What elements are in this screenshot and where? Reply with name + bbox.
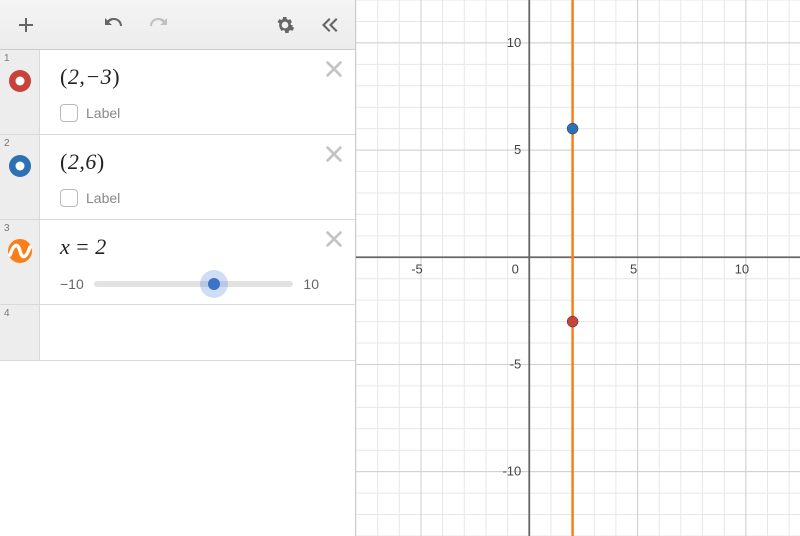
label-checkbox[interactable] xyxy=(60,189,78,207)
undo-button[interactable] xyxy=(94,5,134,45)
expression-index: 4 xyxy=(4,308,10,319)
svg-text:10: 10 xyxy=(735,261,749,276)
delete-expression-button[interactable] xyxy=(323,58,345,85)
graph-canvas[interactable]: -5 0 5 10 -10 -5 5 10 xyxy=(356,0,800,536)
sidebar: 1 (2,−3) Label xyxy=(0,0,356,536)
slider-track[interactable] xyxy=(94,281,294,287)
svg-text:-5: -5 xyxy=(411,261,423,276)
point-icon[interactable] xyxy=(7,68,33,99)
collapse-sidebar-button[interactable] xyxy=(309,5,349,45)
svg-text:-5: -5 xyxy=(510,356,522,371)
expression-index: 1 xyxy=(4,53,10,64)
expression-row[interactable]: 2 (2,6) Label xyxy=(0,135,355,220)
expression-row[interactable]: 1 (2,−3) Label xyxy=(0,50,355,135)
toolbar xyxy=(0,0,355,50)
svg-text:10: 10 xyxy=(507,35,521,50)
label-text: Label xyxy=(86,190,120,206)
svg-text:5: 5 xyxy=(514,142,521,157)
svg-text:0: 0 xyxy=(512,261,519,276)
expression-formula[interactable]: (2,6) xyxy=(60,149,319,175)
svg-text:5: 5 xyxy=(630,261,637,276)
delete-expression-button[interactable] xyxy=(323,228,345,255)
svg-text:-10: -10 xyxy=(502,464,521,479)
label-checkbox[interactable] xyxy=(60,104,78,122)
redo-button[interactable] xyxy=(138,5,178,45)
expression-formula[interactable]: x = 2 xyxy=(60,234,319,260)
delete-expression-button[interactable] xyxy=(323,143,345,170)
expression-index: 3 xyxy=(4,223,10,234)
expression-index: 2 xyxy=(4,138,10,149)
expression-list: 1 (2,−3) Label xyxy=(0,50,355,536)
add-expression-button[interactable] xyxy=(6,5,46,45)
slider-max: 10 xyxy=(303,276,319,292)
label-text: Label xyxy=(86,105,120,121)
graph-area[interactable]: -5 0 5 10 -10 -5 5 10 xyxy=(356,0,800,536)
slider-thumb[interactable] xyxy=(208,278,220,290)
expression-row[interactable]: 3 x = 2 −10 10 xyxy=(0,220,355,305)
settings-button[interactable] xyxy=(265,5,305,45)
slider: −10 10 xyxy=(60,276,319,292)
wave-icon[interactable] xyxy=(7,238,33,269)
expression-row-empty[interactable]: 4 xyxy=(0,305,355,361)
point-icon[interactable] xyxy=(7,153,33,184)
slider-min: −10 xyxy=(60,276,84,292)
expression-formula[interactable]: (2,−3) xyxy=(60,64,319,90)
